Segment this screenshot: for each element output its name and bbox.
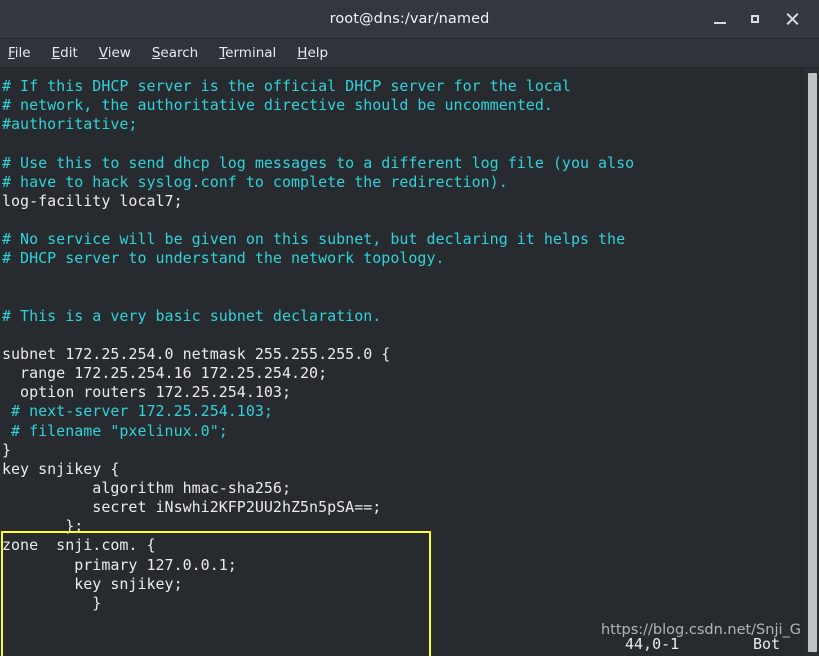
terminal-line: # If this DHCP server is the official DH… xyxy=(2,77,571,95)
terminal-line: subnet 172.25.254.0 netmask 255.255.255.… xyxy=(2,344,391,363)
minimize-icon xyxy=(714,22,726,24)
terminal-line: algorithm hmac-sha256; xyxy=(2,478,291,497)
terminal-line: key snjikey { xyxy=(2,459,120,478)
scrollbar-thumb[interactable] xyxy=(808,73,817,652)
menu-item-file[interactable]: File xyxy=(8,45,31,61)
terminal-line: # This is a very basic subnet declaratio… xyxy=(2,306,382,325)
menu-item-search[interactable]: Search xyxy=(152,45,198,61)
terminal-line: zone snji.com. { xyxy=(2,536,156,555)
terminal-line: option routers 172.25.254.103; xyxy=(2,383,291,402)
menu-mnemonic: S xyxy=(151,45,161,61)
terminal-line: secret iNswhi2KFP2UU2hZ5n5pSA==; xyxy=(2,498,382,517)
terminal-line: # Use this to send dhcp log messages to … xyxy=(2,153,635,172)
terminal-text[interactable]: # If this DHCP server is the official DH… xyxy=(0,68,805,656)
terminal-line: key snjikey; xyxy=(2,574,183,593)
window-controls xyxy=(711,0,811,38)
terminal-window: root@dns:/var/named File Edit View Search Te… xyxy=(0,0,819,656)
menu-mnemonic: V xyxy=(98,45,108,61)
terminal-line: primary 127.0.0.1; xyxy=(2,555,237,574)
terminal-line: # have to hack syslog.conf to complete t… xyxy=(2,172,508,191)
window-title: root@dns:/var/named xyxy=(329,11,490,27)
close-button[interactable] xyxy=(783,10,801,28)
maximize-button[interactable] xyxy=(747,10,765,28)
terminal-line: # next-server 172.25.254.103; xyxy=(2,402,273,421)
terminal-line: #authoritative; xyxy=(2,115,138,134)
menu-item-edit[interactable]: Edit xyxy=(52,45,78,61)
minimize-button[interactable] xyxy=(711,10,729,28)
scrollbar[interactable] xyxy=(805,68,819,656)
menu-item-view[interactable]: View xyxy=(99,45,131,61)
titlebar: root@dns:/var/named xyxy=(0,0,819,39)
menu-item-help[interactable]: Help xyxy=(297,45,328,61)
terminal-line: } xyxy=(2,440,12,459)
terminal-line: # filename "pxelinux.0"; xyxy=(2,421,228,440)
terminal-line: # network, the authoritative directive s… xyxy=(2,96,553,115)
menu-mnemonic: T xyxy=(219,45,226,61)
terminal-line: # DHCP server to understand the network … xyxy=(2,249,445,268)
terminal-line: log-facility local7; xyxy=(2,191,183,210)
terminal-area[interactable]: # If this DHCP server is the official DH… xyxy=(0,68,819,656)
menu-mnemonic: E xyxy=(51,45,61,61)
menu-item-terminal[interactable]: Terminal xyxy=(219,45,276,61)
menu-mnemonic: H xyxy=(297,45,308,61)
terminal-line: range 172.25.254.16 172.25.254.20; xyxy=(2,364,328,383)
terminal-line: # No service will be given on this subne… xyxy=(2,230,626,249)
menu-mnemonic: F xyxy=(8,45,15,61)
terminal-line: } xyxy=(2,593,102,612)
menubar: File Edit View Search Terminal Help xyxy=(0,39,819,68)
maximize-icon xyxy=(751,15,759,23)
terminal-line: }; xyxy=(2,517,84,536)
